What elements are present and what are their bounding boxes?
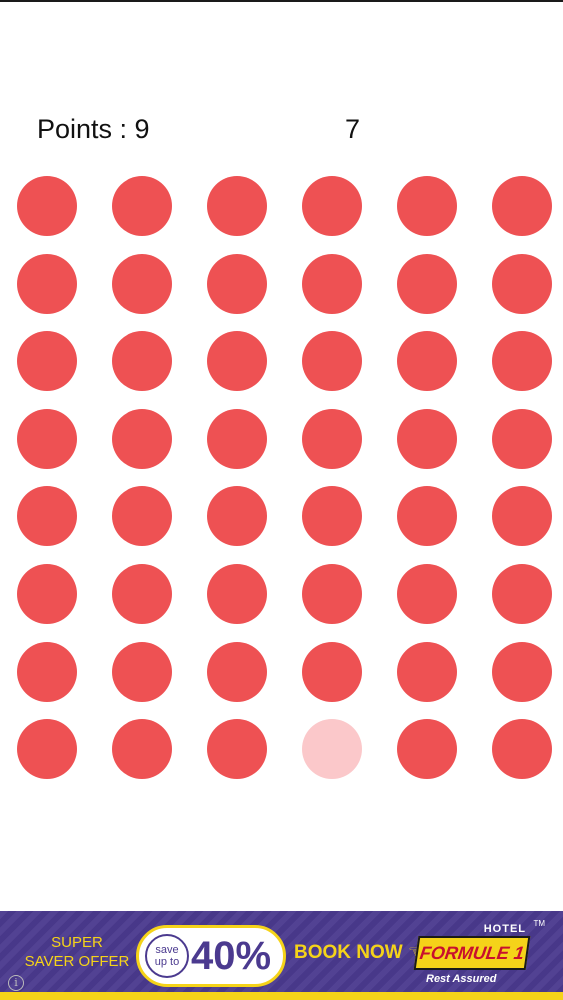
dot[interactable] xyxy=(207,563,267,624)
dot[interactable] xyxy=(207,331,267,392)
dot[interactable] xyxy=(112,176,172,236)
dot[interactable] xyxy=(397,176,457,236)
ad-upto-text: up to xyxy=(154,956,180,968)
dot[interactable] xyxy=(492,176,552,236)
dot[interactable] xyxy=(207,719,267,780)
ad-super-line2: SAVER OFFER xyxy=(24,953,130,970)
ad-banner[interactable]: SUPER SAVER OFFER save up to 40% BOOK NO… xyxy=(0,911,563,1000)
dot[interactable] xyxy=(112,563,172,624)
ad-brand-text: FORMULE 1 xyxy=(418,942,526,963)
dot[interactable] xyxy=(302,641,362,702)
ad-trademark: TM xyxy=(533,919,545,928)
dot[interactable] xyxy=(17,253,77,314)
dot[interactable] xyxy=(492,641,552,702)
info-icon[interactable]: i xyxy=(8,975,24,991)
dot[interactable] xyxy=(302,176,362,236)
dot[interactable] xyxy=(492,486,552,547)
dot[interactable] xyxy=(397,331,457,392)
dot[interactable] xyxy=(302,563,362,624)
dot[interactable] xyxy=(112,641,172,702)
ad-super-line1: SUPER xyxy=(51,934,103,951)
dot[interactable] xyxy=(17,486,77,547)
dot[interactable] xyxy=(397,408,457,469)
dot[interactable] xyxy=(207,253,267,314)
ad-hotel-word: HOTEL xyxy=(483,923,526,935)
dot[interactable] xyxy=(207,408,267,469)
ad-book-now[interactable]: BOOK NOW ☜ xyxy=(294,941,425,965)
ad-bottom-strip xyxy=(0,992,563,1000)
ad-discount: 40% xyxy=(191,934,272,978)
ad-save-badge: save up to xyxy=(145,934,189,978)
top-border xyxy=(0,0,563,2)
ad-brand-logo: FORMULE 1 xyxy=(413,936,531,970)
dot[interactable] xyxy=(112,719,172,780)
dot[interactable] xyxy=(397,563,457,624)
ad-book-now-label: BOOK NOW xyxy=(294,942,403,963)
dot[interactable] xyxy=(302,253,362,314)
ad-hotel-logo: HOTEL FORMULE 1 Rest Assured xyxy=(412,923,534,989)
dot[interactable] xyxy=(397,641,457,702)
ad-super-saver-text: SUPER SAVER OFFER xyxy=(18,933,136,971)
dot[interactable] xyxy=(112,408,172,469)
points-counter: Points : 9 xyxy=(37,114,150,144)
dot[interactable] xyxy=(302,408,362,469)
dot[interactable] xyxy=(302,486,362,547)
dot[interactable] xyxy=(17,408,77,469)
dot[interactable] xyxy=(207,641,267,702)
dot[interactable] xyxy=(397,486,457,547)
dot[interactable] xyxy=(397,719,457,780)
dot-grid xyxy=(17,176,552,780)
dot-faded[interactable] xyxy=(302,719,362,780)
dot[interactable] xyxy=(112,253,172,314)
dot[interactable] xyxy=(112,331,172,392)
dot[interactable] xyxy=(492,253,552,314)
dot[interactable] xyxy=(492,563,552,624)
countdown-timer: 7 xyxy=(345,114,361,144)
dot[interactable] xyxy=(17,641,77,702)
dot[interactable] xyxy=(302,331,362,392)
dot[interactable] xyxy=(17,563,77,624)
dot[interactable] xyxy=(492,408,552,469)
dot[interactable] xyxy=(492,331,552,392)
dot[interactable] xyxy=(397,253,457,314)
dot[interactable] xyxy=(17,719,77,780)
dot[interactable] xyxy=(492,719,552,780)
ad-offer-pill: save up to 40% xyxy=(136,925,286,987)
dot[interactable] xyxy=(17,176,77,236)
ad-save-text: save xyxy=(155,944,179,956)
dot[interactable] xyxy=(17,331,77,392)
dot[interactable] xyxy=(207,176,267,236)
ad-tagline: Rest Assured xyxy=(426,973,497,985)
dot[interactable] xyxy=(112,486,172,547)
dot[interactable] xyxy=(207,486,267,547)
